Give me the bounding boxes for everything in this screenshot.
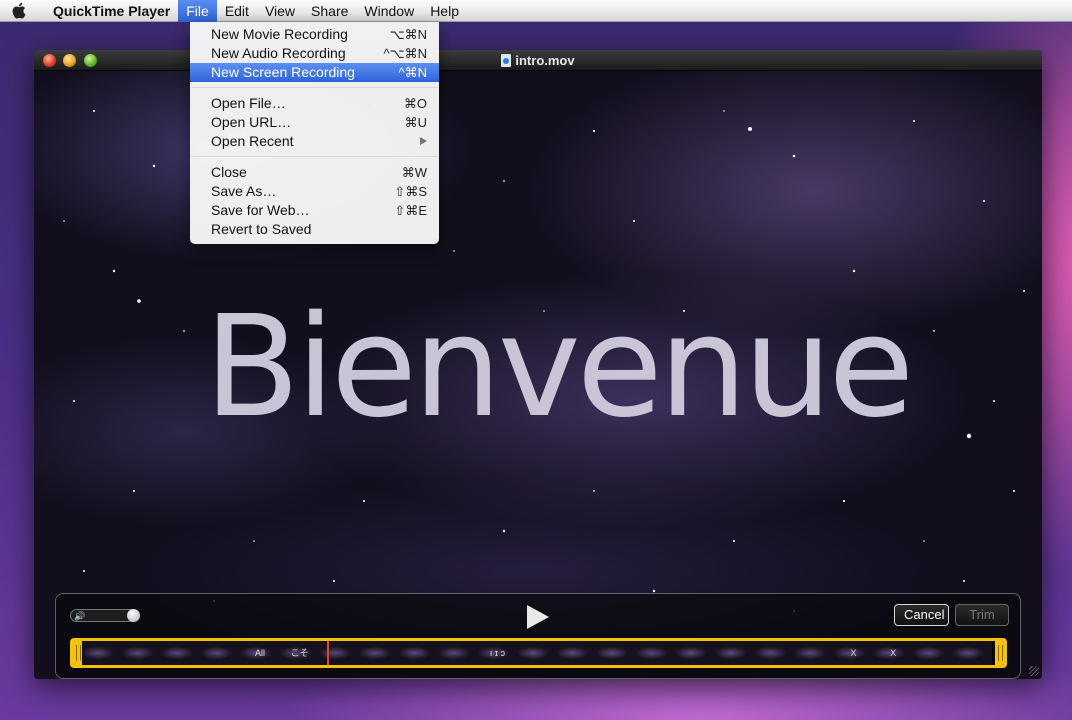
filmstrip-frame: X <box>833 641 875 665</box>
menu-item-open-file[interactable]: Open File… ⌘O <box>190 94 439 113</box>
menu-item-new-screen-recording[interactable]: New Screen Recording ^⌘N <box>190 63 439 82</box>
file-menu-dropdown: New Movie Recording ⌥⌘N New Audio Recordin… <box>190 22 439 244</box>
menu-separator <box>190 82 439 94</box>
menu-item-shortcut: ^⌥⌘N <box>383 46 427 61</box>
window-title-text: intro.mov <box>515 53 575 68</box>
trim-start-handle[interactable] <box>73 641 82 665</box>
filmstrip-frame <box>358 641 400 665</box>
window-title: intro.mov <box>34 50 1042 71</box>
resize-grip[interactable] <box>1029 666 1039 676</box>
menu-item-label: Revert to Saved <box>211 221 312 237</box>
menu-item-open-url[interactable]: Open URL… ⌘U <box>190 113 439 132</box>
filmstrip-frame <box>161 641 202 665</box>
menu-item-shortcut: ⇧⌘E <box>394 203 427 218</box>
app-menu[interactable]: QuickTime Player <box>38 0 178 22</box>
menu-item-label: New Screen Recording <box>211 64 355 80</box>
filmstrip-frame <box>517 641 558 665</box>
volume-knob[interactable] <box>127 609 140 622</box>
menu-window[interactable]: Window <box>356 0 422 22</box>
filmstrip-frame <box>438 641 479 665</box>
menu-item-shortcut: ⇧⌘S <box>394 184 427 199</box>
filmstrip-frame: X <box>873 641 914 665</box>
menu-item-new-movie-recording[interactable]: New Movie Recording ⌥⌘N <box>190 25 439 44</box>
menu-item-shortcut: ⌘W <box>401 165 427 180</box>
filmstrip-frame <box>200 641 242 665</box>
menu-item-save-for-web[interactable]: Save for Web… ⇧⌘E <box>190 201 439 220</box>
filmstrip-frame <box>82 641 123 665</box>
cancel-button[interactable]: Cancel <box>894 604 949 626</box>
trim-controls: 🔊 Cancel Trim All genresこそ ı ɪ ɔ XX <box>55 593 1021 679</box>
menu-help[interactable]: Help <box>422 0 467 22</box>
filmstrip-frame <box>952 641 993 665</box>
menu-item-revert-to-saved[interactable]: Revert to Saved <box>190 220 439 239</box>
speaker-icon: 🔊 <box>74 611 86 621</box>
filmstrip-frame <box>912 641 954 665</box>
menu-item-label: Open File… <box>211 95 286 111</box>
menu-item-label: Open URL… <box>211 114 292 130</box>
trim-end-handle[interactable] <box>995 641 1004 665</box>
menu-separator <box>190 151 439 163</box>
filmstrip-frame <box>675 641 717 665</box>
trim-filmstrip[interactable]: All genresこそ ı ɪ ɔ XX <box>70 638 1007 668</box>
menu-item-new-audio-recording[interactable]: New Audio Recording ^⌥⌘N <box>190 44 439 63</box>
filmstrip-frame <box>635 641 677 665</box>
filmstrip-frame <box>794 641 835 665</box>
menu-edit[interactable]: Edit <box>217 0 257 22</box>
menu-item-save-as[interactable]: Save As… ⇧⌘S <box>190 182 439 201</box>
filmstrip-frame: こそ <box>279 641 321 665</box>
play-button[interactable] <box>524 604 550 630</box>
menu-item-close[interactable]: Close ⌘W <box>190 163 439 182</box>
filmstrip-frame <box>319 641 360 665</box>
player-window: intro.mov Bienvenue 🔊 Cancel Trim All こそ… <box>34 50 1042 679</box>
filmstrip-frame: All genres <box>240 641 281 665</box>
video-overlay-title: Bienvenue <box>204 293 924 443</box>
menu-item-label: New Audio Recording <box>211 45 346 61</box>
video-area[interactable]: Bienvenue 🔊 Cancel Trim All genresこそ ı ɪ … <box>34 71 1042 679</box>
window-titlebar[interactable]: intro.mov <box>34 50 1042 71</box>
apple-logo-icon <box>12 2 26 19</box>
menu-item-label: Open Recent <box>211 133 294 149</box>
filmstrip-frame <box>715 641 756 665</box>
overlay-text: Bienvenue <box>204 286 914 449</box>
menu-share[interactable]: Share <box>303 0 356 22</box>
menu-item-shortcut: ⌥⌘N <box>389 27 427 42</box>
menu-item-label: New Movie Recording <box>211 26 348 42</box>
filmstrip-frame <box>121 641 163 665</box>
menu-item-label: Save for Web… <box>211 202 310 218</box>
menu-bar: QuickTime Player File Edit View Share Wi… <box>0 0 1072 22</box>
menu-item-shortcut: ⌘U <box>404 115 427 130</box>
filmstrip-frame <box>596 641 637 665</box>
menu-item-open-recent[interactable]: Open Recent <box>190 132 439 151</box>
menu-item-label: Close <box>211 164 247 180</box>
menu-view[interactable]: View <box>257 0 303 22</box>
menu-item-label: Save As… <box>211 183 277 199</box>
filmstrip-frame: ı ɪ ɔ <box>477 641 519 665</box>
volume-slider[interactable]: 🔊 <box>70 609 140 622</box>
menu-item-shortcut: ⌘O <box>403 96 427 111</box>
filmstrip-frame <box>556 641 598 665</box>
movie-file-icon <box>501 54 512 67</box>
trim-button[interactable]: Trim <box>955 604 1009 626</box>
menu-file[interactable]: File <box>178 0 217 22</box>
submenu-arrow-icon <box>420 137 427 145</box>
filmstrip-frames: All genresこそ ı ɪ ɔ XX <box>82 641 993 665</box>
filmstrip-frame <box>398 641 440 665</box>
menu-item-shortcut: ^⌘N <box>398 65 428 80</box>
playhead[interactable] <box>327 641 329 665</box>
apple-menu[interactable] <box>0 0 38 22</box>
filmstrip-frame <box>754 641 796 665</box>
